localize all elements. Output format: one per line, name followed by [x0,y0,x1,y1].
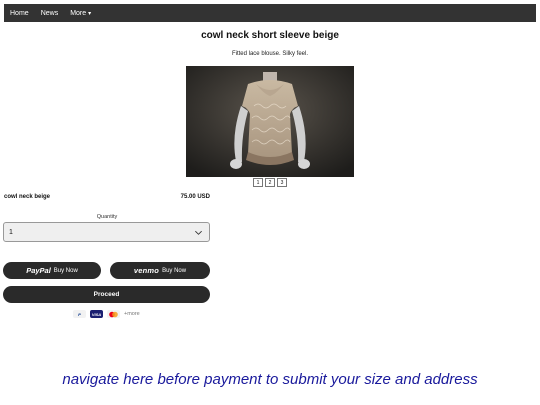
item-name: cowl neck beige [4,194,51,200]
paypal-buy-now-label: Buy Now [53,267,78,274]
product-description: Fitted lace blouse. Silky feel. [231,51,309,57]
more-methods-label: +more [124,311,140,317]
venmo-buy-now-label: Buy Now [162,267,187,274]
nav-more-label: More [70,9,87,17]
item-summary-row: cowl neck beige 75.00 USD [4,194,210,200]
quantity-label: Quantity [96,214,118,220]
blouse-photo-icon [186,66,354,177]
paypal-logo: PayPal [26,266,51,275]
caret-down-icon: ▾ [88,10,92,17]
nav-more-dropdown[interactable]: More ▾ [70,10,91,17]
visa-icon: VISA [90,310,103,318]
product-image [186,66,354,177]
image-page-3-button[interactable]: 3 [277,178,287,187]
proceed-button[interactable]: Proceed [3,286,210,303]
chevron-down-icon [195,230,202,235]
nav-home-link[interactable]: Home [10,10,29,17]
nav-news-link[interactable]: News [41,10,59,17]
mastercard-icon [107,310,120,318]
image-page-2-button[interactable]: 2 [265,178,275,187]
paypal-buy-now-button[interactable]: PayPal Buy Now [3,262,101,279]
venmo-buy-now-button[interactable]: venmo Buy Now [110,262,210,279]
top-navbar: Home News More ▾ [4,4,536,22]
image-page-1-button[interactable]: 1 [253,178,263,187]
quantity-select[interactable]: 1 [3,222,210,242]
item-price: 75.00 USD [180,194,210,200]
image-pager: 1 2 3 [253,178,287,187]
payment-methods: P VISA +more [73,310,140,318]
quantity-value: 1 [9,228,13,236]
product-title: cowl neck short sleeve beige [201,30,339,41]
venmo-logo: venmo [133,266,160,275]
paypal-icon: P [73,310,86,318]
size-address-notice: navigate here before payment to submit y… [62,371,478,388]
